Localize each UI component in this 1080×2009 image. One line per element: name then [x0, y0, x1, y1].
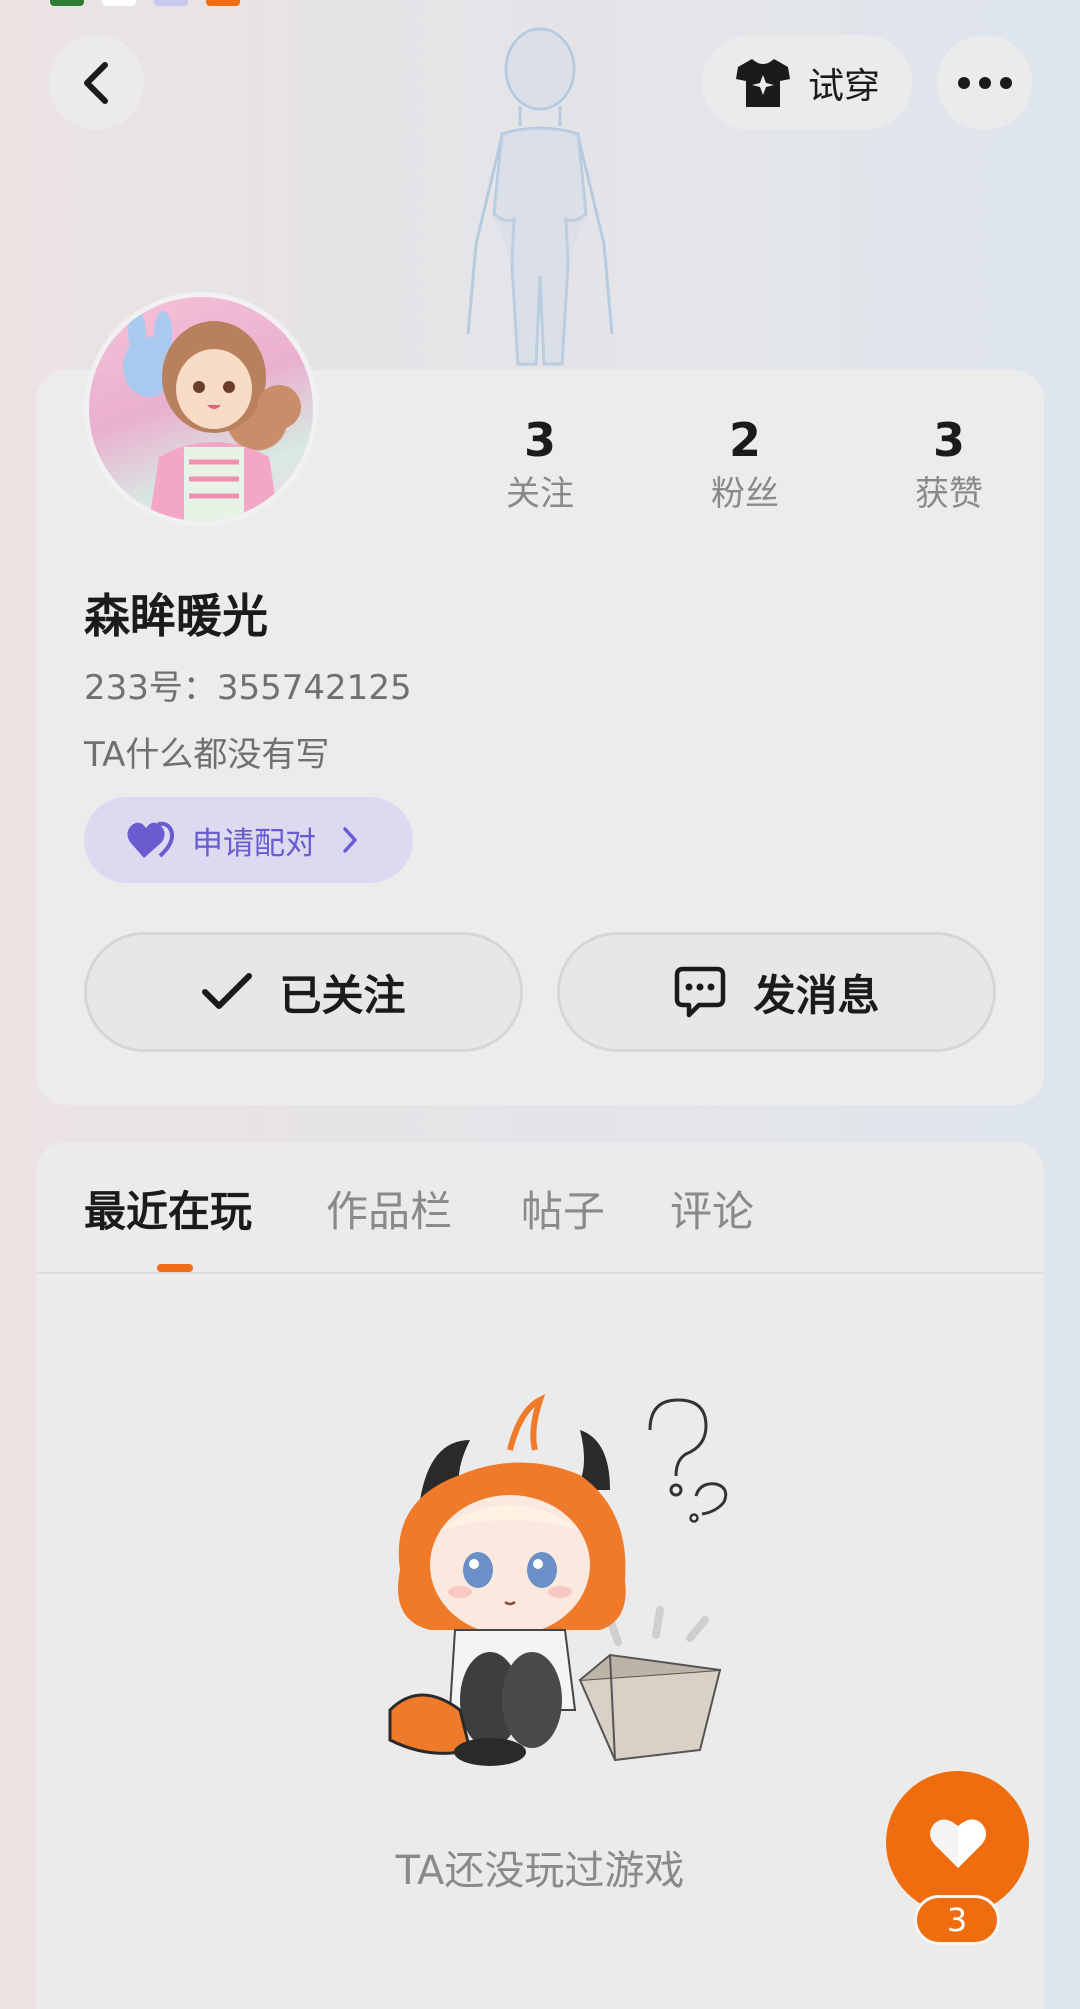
checkmark-icon [202, 973, 253, 1009]
more-dots-icon [957, 76, 1012, 89]
user-id: 233号：355742125 [84, 668, 412, 708]
stat-value: 3 [932, 413, 965, 467]
status-icon [154, 0, 188, 6]
tab-works[interactable]: 作品栏 [326, 1184, 452, 1240]
nickname: 森眸暖光 [84, 589, 268, 643]
heart-pair-icon [127, 821, 174, 858]
tab-recently-played[interactable]: 最近在玩 [84, 1184, 252, 1240]
tab-bar: 最近在玩 作品栏 帖子 评论 [36, 1142, 1044, 1274]
avatar-illustration [123, 311, 301, 521]
stat-value: 2 [728, 413, 761, 467]
status-bar [50, 0, 240, 6]
like-button[interactable] [886, 1771, 1029, 1914]
send-message-button[interactable]: 发消息 [557, 932, 996, 1052]
status-icon [50, 0, 84, 6]
try-on-button[interactable]: 试穿 [702, 35, 912, 130]
followed-button[interactable]: 已关注 [84, 932, 523, 1052]
tab-indicator [157, 1264, 193, 1272]
bio: TA什么都没有写 [84, 735, 330, 775]
stat-label: 获赞 [915, 474, 983, 514]
send-message-label: 发消息 [753, 970, 880, 1020]
avatar[interactable] [84, 292, 318, 526]
chevron-left-icon [83, 61, 108, 104]
empty-state-mascot-illustration [388, 1394, 728, 1766]
stat-label: 粉丝 [711, 474, 779, 514]
profile-stats: 3 关注 2 粉丝 3 获赞 [460, 412, 1060, 522]
chevron-right-icon [343, 827, 357, 853]
status-icon [102, 0, 136, 6]
tab-posts[interactable]: 帖子 [521, 1184, 605, 1240]
chat-bubble-icon [675, 966, 726, 1018]
stat-followers[interactable]: 2 粉丝 [665, 412, 825, 516]
try-on-label: 试穿 [807, 65, 880, 107]
followed-label: 已关注 [279, 970, 406, 1020]
more-options-button[interactable] [937, 35, 1032, 130]
stat-likes[interactable]: 3 获赞 [869, 412, 1029, 516]
stat-value: 3 [523, 413, 556, 467]
apply-pairing-button[interactable]: 申请配对 [84, 797, 413, 883]
tshirt-sparkle-icon [735, 58, 790, 107]
stat-label: 关注 [506, 474, 574, 514]
stat-following[interactable]: 3 关注 [460, 412, 620, 516]
back-button[interactable] [49, 35, 144, 130]
status-icon [206, 0, 240, 6]
tab-comments[interactable]: 评论 [670, 1184, 754, 1240]
avatar-3d-figure [466, 27, 614, 366]
like-count-badge: 3 [914, 1895, 1000, 1945]
heart-icon [929, 1818, 986, 1868]
apply-pairing-label: 申请配对 [192, 825, 316, 862]
